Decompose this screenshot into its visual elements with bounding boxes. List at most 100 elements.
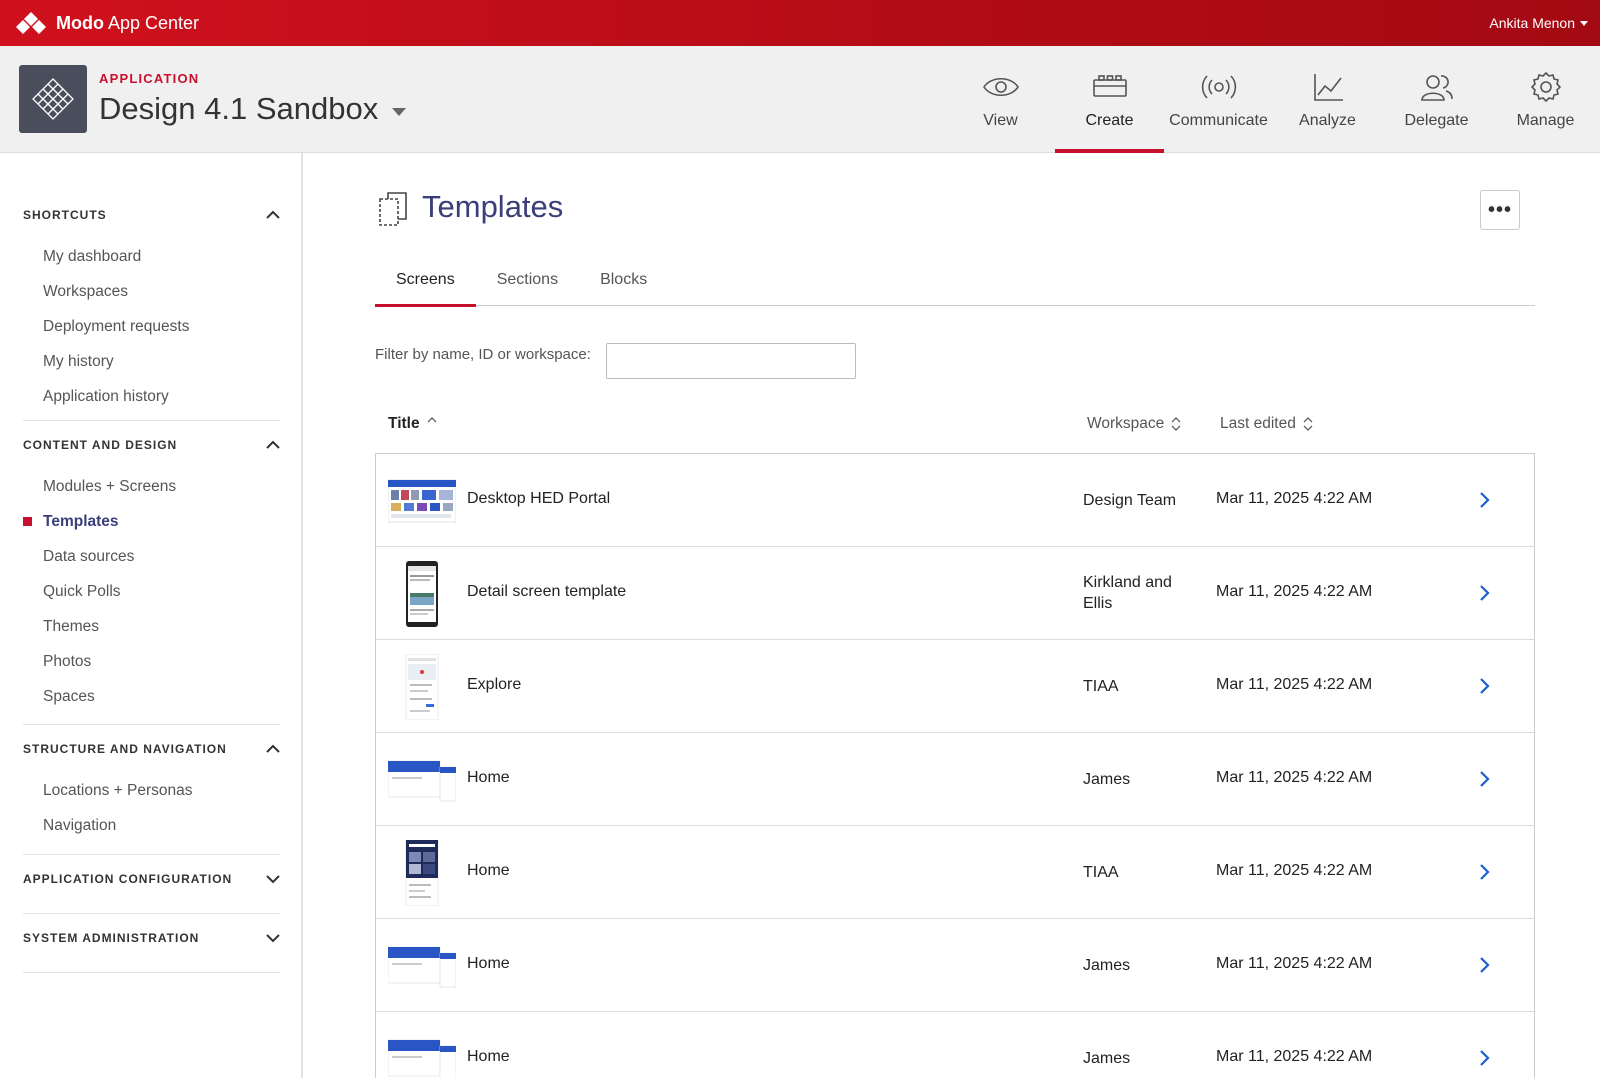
filter-input[interactable] — [606, 343, 856, 379]
table-row[interactable]: Home James Mar 11, 2025 4:22 AM — [376, 733, 1534, 826]
nav-analyze[interactable]: Analyze — [1273, 46, 1382, 153]
row-workspace: Design Team — [1083, 492, 1177, 509]
sidebar-item-navigation[interactable]: Navigation — [23, 808, 280, 843]
nav-delegate[interactable]: Delegate — [1382, 46, 1491, 153]
main-content: Templates ••• Screens Sections Blocks Fi… — [305, 153, 1600, 1078]
diamond-pattern-icon — [32, 78, 74, 120]
table-row[interactable]: Home TIAA Mar 11, 2025 4:22 AM — [376, 826, 1534, 919]
templates-icon — [379, 192, 407, 226]
sidebar-group-content-design: CONTENT AND DESIGN Modules + Screens Tem… — [23, 435, 280, 714]
tab-screens[interactable]: Screens — [375, 263, 476, 307]
sidebar-item-modules-screens[interactable]: Modules + Screens — [23, 469, 280, 504]
row-title: Detail screen template — [467, 583, 627, 600]
chevron-right-icon[interactable] — [1478, 863, 1490, 881]
sidebar-group-structure-navigation: STRUCTURE AND NAVIGATION Locations + Per… — [23, 739, 280, 843]
nav-communicate[interactable]: Communicate — [1164, 46, 1273, 153]
templates-table: Desktop HED Portal Design Team Mar 11, 2… — [375, 453, 1535, 1078]
chevron-right-icon[interactable] — [1478, 956, 1490, 974]
people-icon — [1420, 75, 1453, 101]
user-menu[interactable]: Ankita Menon — [1489, 15, 1588, 31]
chevron-right-icon[interactable] — [1478, 770, 1490, 788]
sidebar-item-quick-polls[interactable]: Quick Polls — [23, 574, 280, 609]
column-header-last-edited[interactable]: Last edited — [1220, 415, 1313, 433]
tab-blocks[interactable]: Blocks — [579, 263, 668, 306]
table-row[interactable]: Desktop HED Portal Design Team Mar 11, 2… — [376, 454, 1534, 547]
chevron-up-icon — [266, 210, 280, 219]
sidebar-item-my-history[interactable]: My history — [23, 344, 280, 379]
column-label: Workspace — [1087, 415, 1165, 432]
sidebar-item-locations-personas[interactable]: Locations + Personas — [23, 773, 280, 808]
table-row[interactable]: Explore TIAA Mar 11, 2025 4:22 AM — [376, 640, 1534, 733]
row-last-edited: Mar 11, 2025 4:22 AM — [1216, 769, 1373, 786]
sidebar-item-spaces[interactable]: Spaces — [23, 679, 280, 714]
table-row[interactable]: Home James Mar 11, 2025 4:22 AM — [376, 1012, 1534, 1078]
nav-create[interactable]: Create — [1055, 46, 1164, 153]
sidebar-group-header[interactable]: SHORTCUTS — [23, 205, 280, 225]
phone-navy-thumbnail — [405, 840, 439, 906]
sidebar-group-title: SHORTCUTS — [23, 208, 107, 222]
row-last-edited: Mar 11, 2025 4:22 AM — [1216, 583, 1373, 600]
row-workspace: James — [1083, 1050, 1131, 1067]
sort-icon — [1171, 417, 1181, 431]
app-logo — [19, 65, 87, 133]
app-title: Design 4.1 Sandbox — [99, 91, 379, 126]
sidebar-item-my-dashboard[interactable]: My dashboard — [23, 239, 280, 274]
brand[interactable]: Modo App Center — [14, 10, 199, 36]
modo-logo-icon — [16, 12, 46, 34]
sidebar-item-application-history[interactable]: Application history — [23, 379, 280, 414]
row-last-edited: Mar 11, 2025 4:22 AM — [1216, 955, 1373, 972]
sidebar-group-header[interactable]: CONTENT AND DESIGN — [23, 435, 280, 455]
sidebar-item-workspaces[interactable]: Workspaces — [23, 274, 280, 309]
filter-label: Filter by name, ID or workspace: — [375, 346, 591, 363]
column-label: Last edited — [1220, 415, 1296, 432]
gear-icon — [1530, 71, 1561, 103]
sidebar-group-header[interactable]: SYSTEM ADMINISTRATION — [23, 928, 280, 948]
chevron-right-icon[interactable] — [1478, 584, 1490, 602]
eye-icon — [982, 77, 1019, 97]
sort-ascending-icon — [427, 417, 437, 423]
nav-manage[interactable]: Manage — [1491, 46, 1600, 153]
chevron-right-icon[interactable] — [1478, 677, 1490, 695]
page-title: Templates — [422, 189, 564, 224]
nav-view[interactable]: View — [946, 46, 1055, 153]
more-actions-button[interactable]: ••• — [1480, 190, 1520, 230]
row-workspace: James — [1083, 957, 1131, 974]
row-last-edited: Mar 11, 2025 4:22 AM — [1216, 1048, 1373, 1065]
column-header-workspace[interactable]: Workspace — [1087, 415, 1181, 433]
sidebar-group-title: CONTENT AND DESIGN — [23, 438, 178, 452]
desktop-portal-thumbnail — [388, 479, 456, 523]
row-last-edited: Mar 11, 2025 4:22 AM — [1216, 490, 1373, 507]
table-header: Title Workspace Last edited — [375, 411, 1535, 449]
row-title: Home — [467, 955, 510, 972]
template-tabs: Screens Sections Blocks — [375, 263, 1535, 307]
chevron-right-icon[interactable] — [1478, 1049, 1490, 1067]
sidebar-item-photos[interactable]: Photos — [23, 644, 280, 679]
sidebar: SHORTCUTS My dashboard Workspaces Deploy… — [0, 153, 303, 1078]
desktop-blue-thumbnail — [388, 760, 456, 802]
chevron-right-icon[interactable] — [1478, 491, 1490, 509]
divider — [23, 972, 280, 973]
table-row[interactable]: Home James Mar 11, 2025 4:22 AM — [376, 919, 1534, 1012]
app-center-title: Modo App Center — [56, 12, 200, 33]
user-name: Ankita Menon — [1489, 15, 1575, 31]
column-header-title[interactable]: Title — [388, 415, 437, 433]
sidebar-item-data-sources[interactable]: Data sources — [23, 539, 280, 574]
sidebar-group-header[interactable]: STRUCTURE AND NAVIGATION — [23, 739, 280, 759]
row-title: Home — [467, 769, 510, 786]
blocks-icon — [1092, 75, 1127, 97]
desktop-blue-thumbnail — [388, 946, 456, 988]
chart-icon — [1313, 74, 1343, 101]
sidebar-item-themes[interactable]: Themes — [23, 609, 280, 644]
sidebar-item-deployment-requests[interactable]: Deployment requests — [23, 309, 280, 344]
row-workspace: TIAA — [1083, 864, 1119, 881]
app-switcher[interactable]: Design 4.1 Sandbox — [99, 91, 407, 127]
sort-icon — [1303, 417, 1313, 431]
phone-light-thumbnail — [405, 654, 439, 720]
app-kicker: APPLICATION — [99, 71, 200, 86]
sidebar-group-title: APPLICATION CONFIGURATION — [23, 872, 233, 886]
main-nav: View Create Communicate Analyze Delegate… — [946, 46, 1600, 153]
sidebar-group-header[interactable]: APPLICATION CONFIGURATION — [23, 869, 280, 889]
table-row[interactable]: Detail screen template Kirkland and Elli… — [376, 547, 1534, 640]
tab-sections[interactable]: Sections — [476, 263, 579, 306]
sidebar-item-templates[interactable]: Templates — [23, 504, 280, 539]
